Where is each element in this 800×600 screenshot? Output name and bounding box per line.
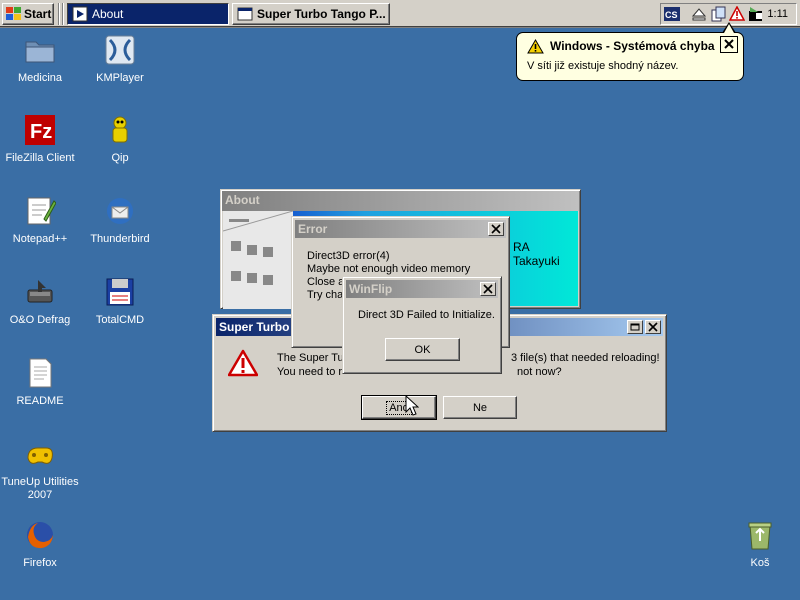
- tuneup-icon: [24, 438, 56, 470]
- desktop-icon-firefox[interactable]: Firefox: [0, 519, 80, 570]
- close-button[interactable]: [488, 222, 504, 236]
- folder-icon: [24, 34, 56, 66]
- desktop-icon-label: TotalCMD: [95, 314, 145, 326]
- desktop-icon-recycle-bin[interactable]: Koš: [720, 519, 800, 570]
- kmplayer-icon: [104, 34, 136, 66]
- desktop-icon-label: Notepad++: [12, 233, 68, 245]
- balloon-close-button[interactable]: [720, 36, 738, 53]
- desktop-icon-label: Firefox: [23, 557, 57, 569]
- copy-files-icon[interactable]: [710, 6, 726, 22]
- desktop-icon-label: FileZilla Client: [5, 152, 75, 164]
- winflip-message: Direct 3D Failed to Initialize.: [358, 309, 495, 321]
- super-message-line1-left: The Super Tu: [277, 352, 344, 364]
- text-document-icon: [24, 357, 56, 389]
- winflip-title: WinFlip: [349, 282, 393, 296]
- taskbar-separator: [62, 3, 64, 25]
- desktop-icon-kmplayer[interactable]: KMPlayer: [80, 34, 160, 85]
- desktop-icon-readme[interactable]: README: [0, 357, 80, 408]
- desktop-icon-tuneup[interactable]: TuneUp Utilities 2007: [0, 438, 80, 502]
- about-screenshot-image: [223, 211, 293, 309]
- winflip-dialog[interactable]: WinFlip Direct 3D Failed to Initialize. …: [342, 276, 502, 374]
- thunderbird-icon: [104, 195, 136, 227]
- start-button[interactable]: Start: [2, 3, 54, 25]
- taskbar-separator: [58, 3, 60, 25]
- winflip-titlebar[interactable]: WinFlip: [346, 280, 498, 298]
- close-button[interactable]: [645, 320, 661, 334]
- play-app-icon: [72, 6, 88, 22]
- about-titlebar[interactable]: About: [222, 191, 579, 211]
- restore-button[interactable]: [627, 320, 643, 334]
- desktop-icon-filezilla[interactable]: Fz FileZilla Client: [0, 114, 80, 165]
- clock[interactable]: 1:11: [767, 8, 788, 20]
- balloon-title: Windows - Systémová chyba: [550, 39, 715, 53]
- defrag-icon: [24, 276, 56, 308]
- ok-button[interactable]: OK: [385, 338, 460, 361]
- floppy-disk-icon: [104, 276, 136, 308]
- super-message-line1-right: 3 file(s) that needed reloading!: [511, 352, 660, 364]
- desktop-icon-totalcmd[interactable]: TotalCMD: [80, 276, 160, 327]
- desktop-icon-oo-defrag[interactable]: O&O Defrag: [0, 276, 80, 327]
- close-icon: [491, 224, 501, 234]
- task-about-label: About: [92, 7, 124, 21]
- balloon-message: V síti již existuje shodný název.: [527, 60, 679, 72]
- desktop-icon-label: O&O Defrag: [9, 314, 71, 326]
- error-line: Direct3D error(4): [307, 250, 390, 262]
- warning-icon: [227, 349, 259, 380]
- warning-icon: [527, 38, 544, 57]
- error-title: Error: [298, 222, 328, 236]
- recycle-bin-icon: [744, 519, 776, 551]
- error-line: Maybe not enough video memory: [307, 263, 471, 275]
- desktop-icon-medicina[interactable]: Medicina: [0, 34, 80, 85]
- desktop-icon-thunderbird[interactable]: Thunderbird: [80, 195, 160, 246]
- super-message-line2-right: not now?: [517, 366, 562, 378]
- about-author-text: RA Takayuki: [513, 240, 560, 268]
- close-icon: [648, 322, 658, 332]
- close-icon: [724, 39, 734, 49]
- about-title: About: [225, 193, 260, 207]
- close-button[interactable]: [480, 282, 496, 296]
- window-app-icon: [237, 6, 253, 22]
- balloon-tail-inner: [724, 24, 734, 33]
- desktop-icon-label: KMPlayer: [96, 72, 144, 84]
- notepad-plus-plus-icon: [24, 195, 57, 227]
- taskbar: Start About Super Turbo Tango P... CS 1:…: [0, 0, 800, 28]
- close-icon: [483, 284, 493, 294]
- super-message-line2-left: You need to r: [277, 366, 343, 378]
- cs-tray-icon[interactable]: CS: [664, 6, 680, 22]
- task-button-super-turbo[interactable]: Super Turbo Tango P...: [232, 3, 390, 25]
- desktop-icon-label: Koš: [750, 557, 770, 569]
- desktop-icon-label: TuneUp Utilities 2007: [1, 476, 79, 501]
- desktop-icon-label: README: [16, 395, 64, 407]
- qip-icon: [104, 114, 136, 146]
- task-button-about[interactable]: About: [67, 3, 229, 25]
- svg-text:Fz: Fz: [30, 121, 52, 143]
- task-super-label: Super Turbo Tango P...: [257, 7, 386, 21]
- desktop-icon-label: Qip: [111, 152, 129, 164]
- mouse-cursor-icon: [405, 394, 420, 420]
- no-button[interactable]: Ne: [443, 396, 517, 419]
- balloon-notification[interactable]: Windows - Systémová chyba V síti již exi…: [516, 32, 744, 81]
- desktop-icon-label: Thunderbird: [90, 233, 150, 245]
- yes-button[interactable]: Ano: [361, 395, 437, 420]
- desktop-icon-label: Medicina: [17, 72, 63, 84]
- ok-button-label: OK: [414, 343, 431, 356]
- svg-text:CS: CS: [665, 10, 678, 20]
- eject-icon[interactable]: [691, 6, 707, 22]
- super-turbo-title: Super Turbo: [219, 320, 290, 334]
- desktop-icon-notepadpp[interactable]: Notepad++: [0, 195, 80, 246]
- network-folder-icon[interactable]: [748, 6, 764, 22]
- desktop-icon-qip[interactable]: Qip: [80, 114, 160, 165]
- no-button-label: Ne: [472, 401, 488, 414]
- firefox-icon: [24, 519, 56, 551]
- warning-tray-icon[interactable]: [728, 5, 746, 22]
- windows-logo-icon: [6, 7, 22, 21]
- start-label: Start: [24, 7, 52, 21]
- filezilla-icon: Fz: [24, 114, 56, 146]
- error-titlebar[interactable]: Error: [295, 220, 506, 238]
